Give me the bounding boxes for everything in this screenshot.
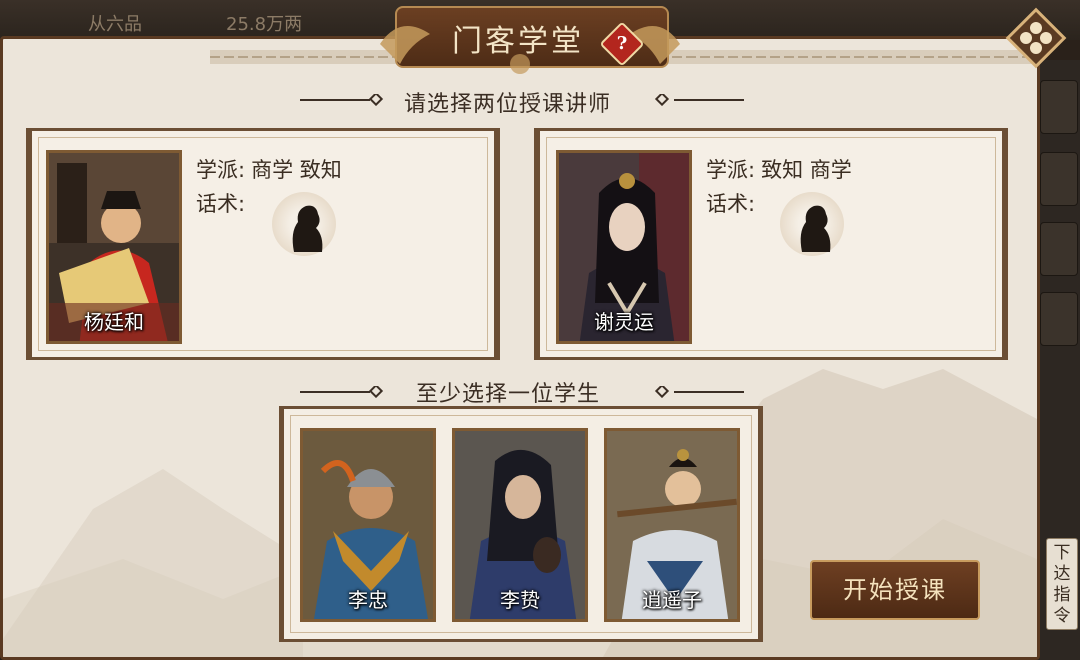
money-text: 25.8万两 [226,14,303,35]
header-ornament-left [300,94,384,106]
teacher-section-title: 请选择两位授课讲师 [404,92,612,117]
teacher-2-school-label: 学派: 致知 商学 [706,154,852,184]
side-slot[interactable] [1040,222,1078,276]
teacher-1-speech-label: 话术: [196,192,246,216]
figure-silhouette-icon [292,205,323,252]
side-slot[interactable] [1040,292,1078,346]
command-button-label: 下达指令 [1053,543,1071,626]
teacher-name-2: 谢灵运 [594,310,654,334]
student-section-title: 至少选择一位学生 [416,382,601,407]
speech-skill-icon[interactable] [272,192,336,256]
student-name-1: 李忠 [348,588,388,612]
side-slot[interactable] [1040,152,1078,206]
game-screen: 从六品 25.8万两 下达指令 门客学堂 ? 请选择两位授课讲师 杨廷和 学派:… [0,0,1080,660]
student-portrait-2[interactable]: 李贽 [452,428,588,622]
close-icon[interactable] [1004,6,1068,70]
teacher-2-speech-label: 话术: [706,192,756,216]
school-values: 商学 致知 [251,158,342,182]
side-slot[interactable] [1040,80,1078,134]
header-ornament-right [654,386,744,398]
teacher-portrait-2[interactable]: 谢灵运 [556,150,692,344]
school-label: 学派: [196,158,246,182]
school-label: 学派: [706,158,756,182]
school-values: 致知 商学 [761,158,852,182]
teacher-1-school-label: 学派: 商学 致知 [196,154,342,184]
start-teaching-button[interactable]: 开始授课 [810,560,980,620]
student-name-2: 李贽 [500,588,540,612]
command-button[interactable]: 下达指令 [1046,538,1078,630]
student-name-3: 逍遥子 [642,588,702,612]
figure-silhouette-icon [800,205,831,252]
header-ornament-left [300,386,384,398]
student-portrait-1[interactable]: 李忠 [300,428,436,622]
rank-text: 从六品 [88,14,142,35]
teacher-portrait-1[interactable]: 杨廷和 [46,150,182,344]
teacher-name-1: 杨廷和 [84,310,144,334]
panel-title: 门客学堂 [452,24,584,59]
header-ornament-right [654,94,744,106]
student-portrait-3[interactable]: 逍遥子 [604,428,740,622]
speech-skill-icon[interactable] [780,192,844,256]
